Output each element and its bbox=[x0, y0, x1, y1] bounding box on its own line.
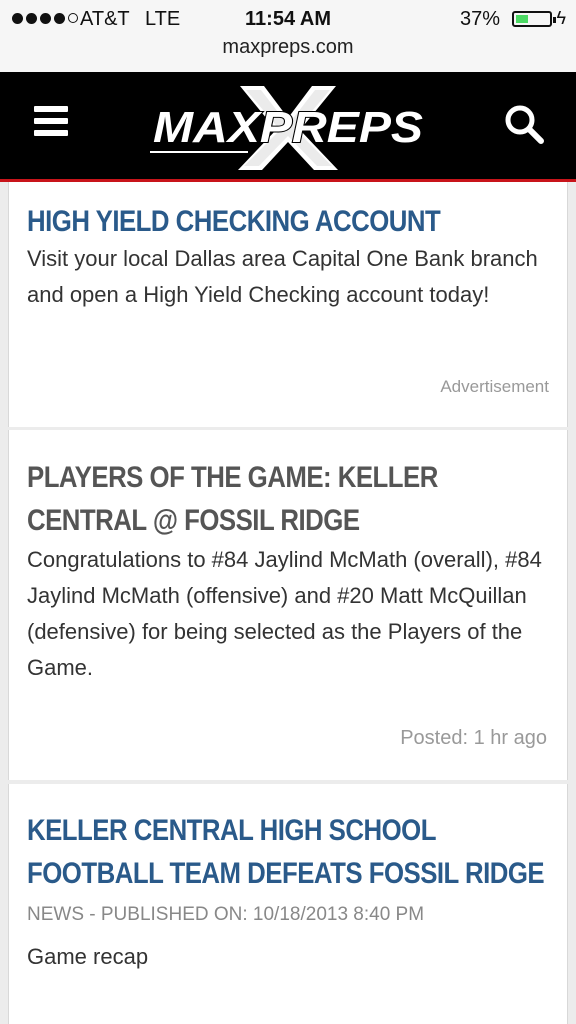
news-title-line2[interactable]: FOOTBALL TEAM DEFEATS FOSSIL RIDGE bbox=[27, 852, 576, 895]
news-body: Game recap bbox=[27, 944, 149, 969]
site-header: MAXPREPS bbox=[0, 72, 576, 182]
players-title-line1[interactable]: PLAYERS OF THE GAME: KELLER bbox=[27, 456, 576, 499]
maxpreps-logo[interactable]: MAXPREPS bbox=[148, 82, 428, 172]
advertisement-card[interactable]: HIGH YIELD CHECKING ACCOUNT Visit your l… bbox=[8, 182, 568, 427]
address-bar[interactable]: maxpreps.com bbox=[0, 36, 576, 59]
news-card[interactable]: KELLER CENTRAL HIGH SCHOOL FOOTBALL TEAM… bbox=[8, 784, 568, 1024]
ad-body: Visit your local Dallas area Capital One… bbox=[27, 246, 538, 307]
menu-icon[interactable] bbox=[34, 106, 68, 136]
players-of-game-card[interactable]: PLAYERS OF THE GAME: KELLER CENTRAL @ FO… bbox=[8, 430, 568, 780]
news-meta: NEWS - PUBLISHED ON: 10/18/2013 8:40 PM bbox=[27, 904, 425, 925]
players-body: Congratulations to #84 Jaylind McMath (o… bbox=[27, 547, 542, 680]
players-title-line2[interactable]: CENTRAL @ FOSSIL RIDGE bbox=[27, 499, 576, 542]
ad-title[interactable]: HIGH YIELD CHECKING ACCOUNT bbox=[27, 200, 576, 243]
logo-text: MAXPREPS bbox=[153, 103, 423, 152]
battery-icon bbox=[512, 11, 556, 27]
advertisement-label: Advertisement bbox=[440, 377, 549, 396]
status-bar: AT&T LTE 11:54 AM 37% ϟ maxpreps.com bbox=[0, 0, 576, 73]
news-title-line1[interactable]: KELLER CENTRAL HIGH SCHOOL bbox=[27, 809, 576, 852]
posted-time: Posted: 1 hr ago bbox=[400, 727, 547, 749]
charging-icon: ϟ bbox=[556, 8, 566, 28]
battery-percent: 37% bbox=[459, 8, 500, 30]
search-icon[interactable] bbox=[502, 102, 546, 146]
